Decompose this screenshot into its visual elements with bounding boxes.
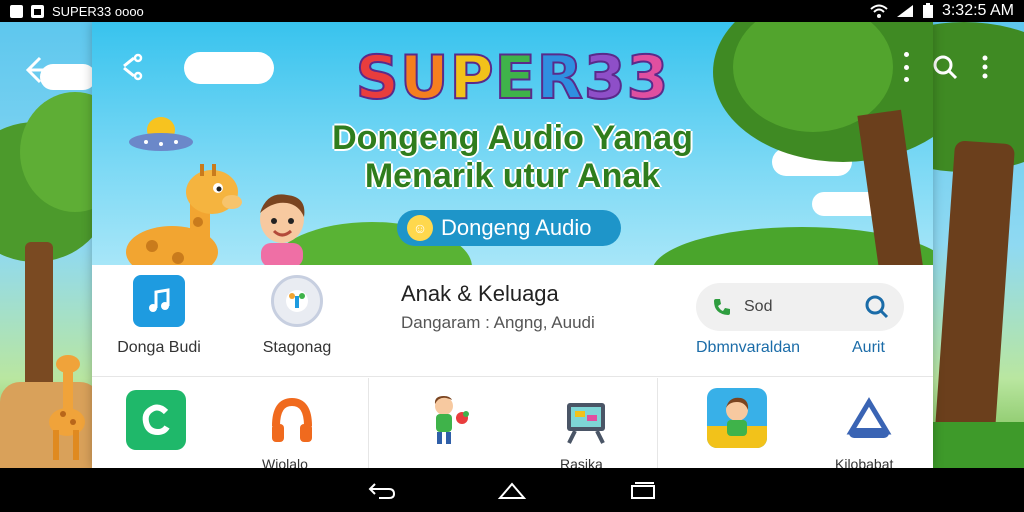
tile-label: Stagonag <box>262 339 332 356</box>
logo-letter: 3 <box>583 43 627 113</box>
pill-label: Dongeng Audio <box>441 215 592 240</box>
status-bar: SUPER33 oooo 3:32:5 AM <box>0 0 1024 22</box>
status-app-name: SUPER33 oooo <box>52 3 144 19</box>
section-title: Anak & Keluaga <box>401 281 559 306</box>
app-tile-stagonag[interactable]: Stagonag <box>237 275 357 357</box>
hero-banner[interactable]: SUPER33 Dongeng Audio Yanag Menarik utur… <box>92 22 933 265</box>
logo-letter: P <box>449 43 495 113</box>
status-left: SUPER33 oooo <box>10 4 144 19</box>
battery-icon <box>922 3 933 18</box>
wifi-icon <box>870 4 888 18</box>
grid-cell[interactable]: Wiolalo <box>92 378 369 468</box>
status-right: 3:32:5 AM <box>870 2 1014 20</box>
app-icon <box>31 4 44 18</box>
bulb-icon <box>271 275 323 327</box>
tile-label: Donga Budi <box>117 339 201 356</box>
back-arrow-icon[interactable] <box>24 56 58 84</box>
grid-label: Rasika <box>560 456 603 468</box>
navigation-bar <box>0 468 1024 512</box>
logo-letter: E <box>494 43 537 113</box>
tagline-line-2: Menarik utur Anak <box>364 157 661 195</box>
boy-illustration <box>260 194 305 265</box>
signal-icon <box>896 5 913 17</box>
boy-toy-icon <box>418 390 478 450</box>
search-bar[interactable]: Sod <box>696 283 904 331</box>
search-icon[interactable] <box>930 52 960 82</box>
app-logo: SUPER33 <box>92 43 933 113</box>
nav-back-icon[interactable] <box>366 478 398 502</box>
link-left[interactable]: Dbmnvaraldan <box>696 339 800 357</box>
search-icon[interactable] <box>864 294 890 320</box>
logo-letter: 3 <box>626 43 670 113</box>
link-right[interactable]: Aurit <box>852 339 885 357</box>
info-row: Donga Budi Stagonag Anak & Keluaga Danga… <box>92 265 933 377</box>
logo-letter: S <box>355 43 400 113</box>
phone-icon <box>710 295 734 319</box>
app-tile-donga-budi[interactable]: Donga Budi <box>99 275 219 357</box>
logo-letter: U <box>399 43 450 113</box>
grid-label: Wiolalo <box>262 456 308 468</box>
status-time: 3:32:5 AM <box>941 2 1014 19</box>
app-bar-actions <box>930 52 1000 82</box>
tree-trunk <box>932 140 1016 464</box>
nav-recents-icon[interactable] <box>626 478 658 502</box>
dongeng-audio-button[interactable]: ☺ Dongeng Audio <box>397 210 621 246</box>
grass <box>924 422 1024 468</box>
tv-icon <box>556 392 616 452</box>
search-input[interactable]: Sod <box>744 298 772 316</box>
logo-letter: R <box>536 43 584 113</box>
main-card: SUPER33 Dongeng Audio Yanag Menarik utur… <box>92 22 933 468</box>
nav-home-icon[interactable] <box>496 478 528 502</box>
content-grid: Wiolalo Rasika Kilobabat <box>92 378 933 468</box>
grid-label: Kilobabat <box>835 456 894 468</box>
grid-cell[interactable]: Rasika <box>370 378 658 468</box>
notification-icon <box>10 4 23 18</box>
section-subtitle: Dangaram : Angng, Auudi <box>401 313 595 332</box>
headphones-icon <box>262 390 322 450</box>
more-vert-icon[interactable] <box>970 52 1000 82</box>
kid-icon: ☺ <box>407 215 433 241</box>
screen: SUPER33 oooo 3:32:5 AM SUPER33 Dongeng A… <box>0 0 1024 512</box>
music-note-icon <box>133 275 185 327</box>
kid-card-icon <box>707 388 767 448</box>
c-logo-icon <box>126 390 186 450</box>
tagline-line-1: Dongeng Audio Yanag <box>332 119 693 157</box>
grid-cell[interactable]: Kilobabat <box>659 378 933 468</box>
giraffe-illustration <box>49 355 85 460</box>
section-header: Anak & Keluaga Dangaram : Angng, Auudi <box>401 281 595 333</box>
triangle-shape-icon <box>839 392 899 452</box>
